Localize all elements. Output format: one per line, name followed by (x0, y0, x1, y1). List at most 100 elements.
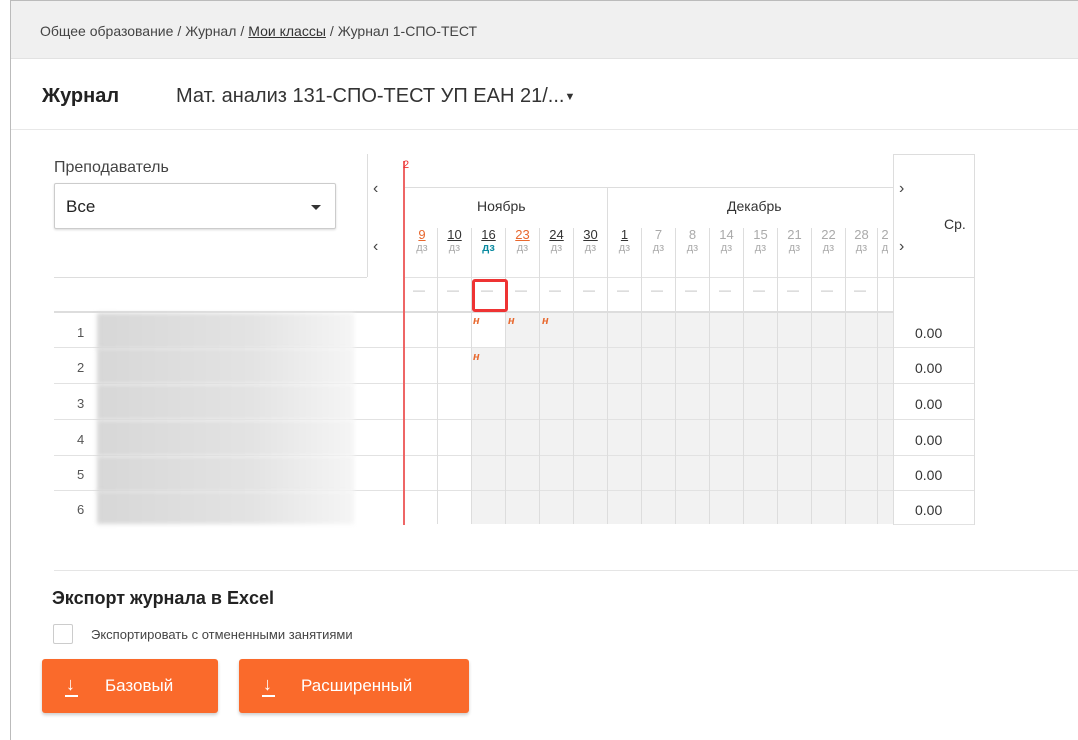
topic-dash[interactable]: — (447, 283, 459, 297)
date-day: 22 (821, 227, 836, 242)
date-type: дз (618, 242, 631, 254)
export-cancelled-label: Экспортировать с отмененными занятиями (91, 627, 353, 642)
topic-dash[interactable]: — (685, 283, 697, 297)
export-extended-button[interactable]: ↓ Расширенный (239, 659, 469, 713)
date-day: 14 (719, 227, 734, 242)
col-line (437, 228, 438, 524)
breadcrumb-item-general[interactable]: Общее образование (40, 23, 173, 39)
topic-dash[interactable]: — (617, 283, 629, 297)
date-type: дз (788, 242, 801, 254)
date-day: 23 (515, 227, 530, 242)
export-title: Экспорт журнала в Excel (52, 588, 274, 608)
date-col-9[interactable]: 9 дз (407, 228, 437, 255)
date-col-30[interactable]: 30 дз (574, 228, 607, 255)
topic-dash[interactable]: — (821, 283, 833, 297)
col-line (675, 228, 676, 524)
student-name-blurred[interactable] (97, 348, 354, 384)
student-name-blurred[interactable] (97, 313, 354, 349)
topic-dash[interactable]: — (854, 283, 866, 297)
breadcrumb-item-journal[interactable]: Журнал (185, 23, 236, 39)
topic-dash[interactable]: — (651, 283, 663, 297)
export-basic-button[interactable]: ↓ Базовый (42, 659, 218, 713)
date-col-23[interactable]: 23 дз (506, 228, 539, 255)
date-col-dec-8: 8 дз (676, 228, 709, 255)
month-november: Ноябрь (477, 198, 526, 214)
col-line (743, 228, 744, 524)
col-line (471, 228, 472, 524)
average-value: 0.00 (915, 325, 943, 341)
col-line (845, 228, 846, 524)
row-number: 5 (77, 467, 85, 482)
date-col-dec-15: 15 дз (744, 228, 777, 255)
date-type: дз (720, 242, 733, 254)
date-type: дз (855, 242, 868, 254)
col-line (573, 228, 574, 524)
date-type: д (881, 242, 889, 254)
export-extended-label: Расширенный (301, 676, 413, 695)
download-icon: ↓ (262, 674, 275, 697)
prev-dates-chevron-icon[interactable]: ‹ (373, 238, 378, 256)
topic-dash[interactable]: — (583, 283, 595, 297)
teacher-select[interactable]: Все (54, 183, 336, 229)
breadcrumb-item-my-classes[interactable]: Мои классы (248, 23, 326, 39)
col-line (641, 228, 642, 524)
col-line (777, 228, 778, 524)
row-number: 2 (77, 360, 85, 375)
date-type: дз (416, 242, 428, 254)
date-type: дз (686, 242, 699, 254)
date-day: 7 (654, 227, 663, 242)
highlighted-topic-cell[interactable] (472, 279, 508, 312)
absence-mark[interactable]: н (508, 315, 515, 327)
date-day: 15 (753, 227, 768, 242)
average-value: 0.00 (915, 360, 943, 376)
export-cancelled-checkbox[interactable] (53, 624, 73, 644)
prev-month-chevron-icon[interactable]: ‹ (373, 180, 378, 198)
row-number: 4 (77, 432, 85, 447)
student-name-blurred[interactable] (97, 420, 354, 456)
absence-mark[interactable]: н (473, 351, 480, 363)
row-number: 1 (77, 325, 85, 340)
topic-dash[interactable]: — (753, 283, 765, 297)
student-name-blurred[interactable] (97, 384, 354, 420)
absence-mark[interactable]: н (542, 315, 549, 327)
col-line (607, 228, 608, 524)
date-type: дз (448, 242, 461, 254)
date-day: 9 (418, 227, 426, 242)
date-type: дз (550, 242, 563, 254)
page-title: Журнал (42, 85, 120, 107)
dropdown-arrow-icon (311, 205, 321, 210)
student-name-blurred[interactable] (97, 456, 354, 492)
date-type: дз (754, 242, 767, 254)
average-value: 0.00 (915, 396, 943, 412)
row-number: 3 (77, 396, 85, 411)
date-col-dec-21: 21 дз (778, 228, 811, 255)
download-icon: ↓ (65, 674, 78, 697)
grid-nav-column (367, 154, 402, 277)
date-day: 10 (447, 227, 462, 242)
date-col-dec-1[interactable]: 1 дз (608, 228, 641, 255)
topic-dash[interactable]: — (549, 283, 561, 297)
date-day: 1 (620, 227, 629, 242)
date-col-24[interactable]: 24 дз (540, 228, 573, 255)
header-divider (11, 129, 1078, 130)
date-col-dec-29: 2д (878, 228, 892, 255)
subject-selector[interactable]: Мат. анализ 131-СПО-ТЕСТ УП ЕАН 21/...▼ (176, 85, 575, 108)
topic-dash[interactable]: — (413, 283, 425, 297)
col-line (811, 228, 812, 524)
student-name-blurred[interactable] (97, 491, 354, 524)
topic-dash[interactable]: — (787, 283, 799, 297)
date-day: 28 (854, 227, 869, 242)
date-col-16[interactable]: 16 дз (472, 228, 505, 255)
topic-dash[interactable]: — (515, 283, 527, 297)
average-value: 0.00 (915, 467, 943, 483)
date-col-dec-7: 7 дз (642, 228, 675, 255)
date-col-10[interactable]: 10 дз (438, 228, 471, 255)
topic-dash[interactable]: — (719, 283, 731, 297)
date-day: 24 (549, 227, 564, 242)
date-col-dec-22: 22 дз (812, 228, 845, 255)
absence-mark[interactable]: н (473, 315, 480, 327)
date-day: 21 (787, 227, 802, 242)
average-value: 0.00 (915, 432, 943, 448)
date-col-dec-28: 28 дз (846, 228, 877, 255)
breadcrumb-item-current: Журнал 1-СПО-ТЕСТ (337, 23, 478, 39)
